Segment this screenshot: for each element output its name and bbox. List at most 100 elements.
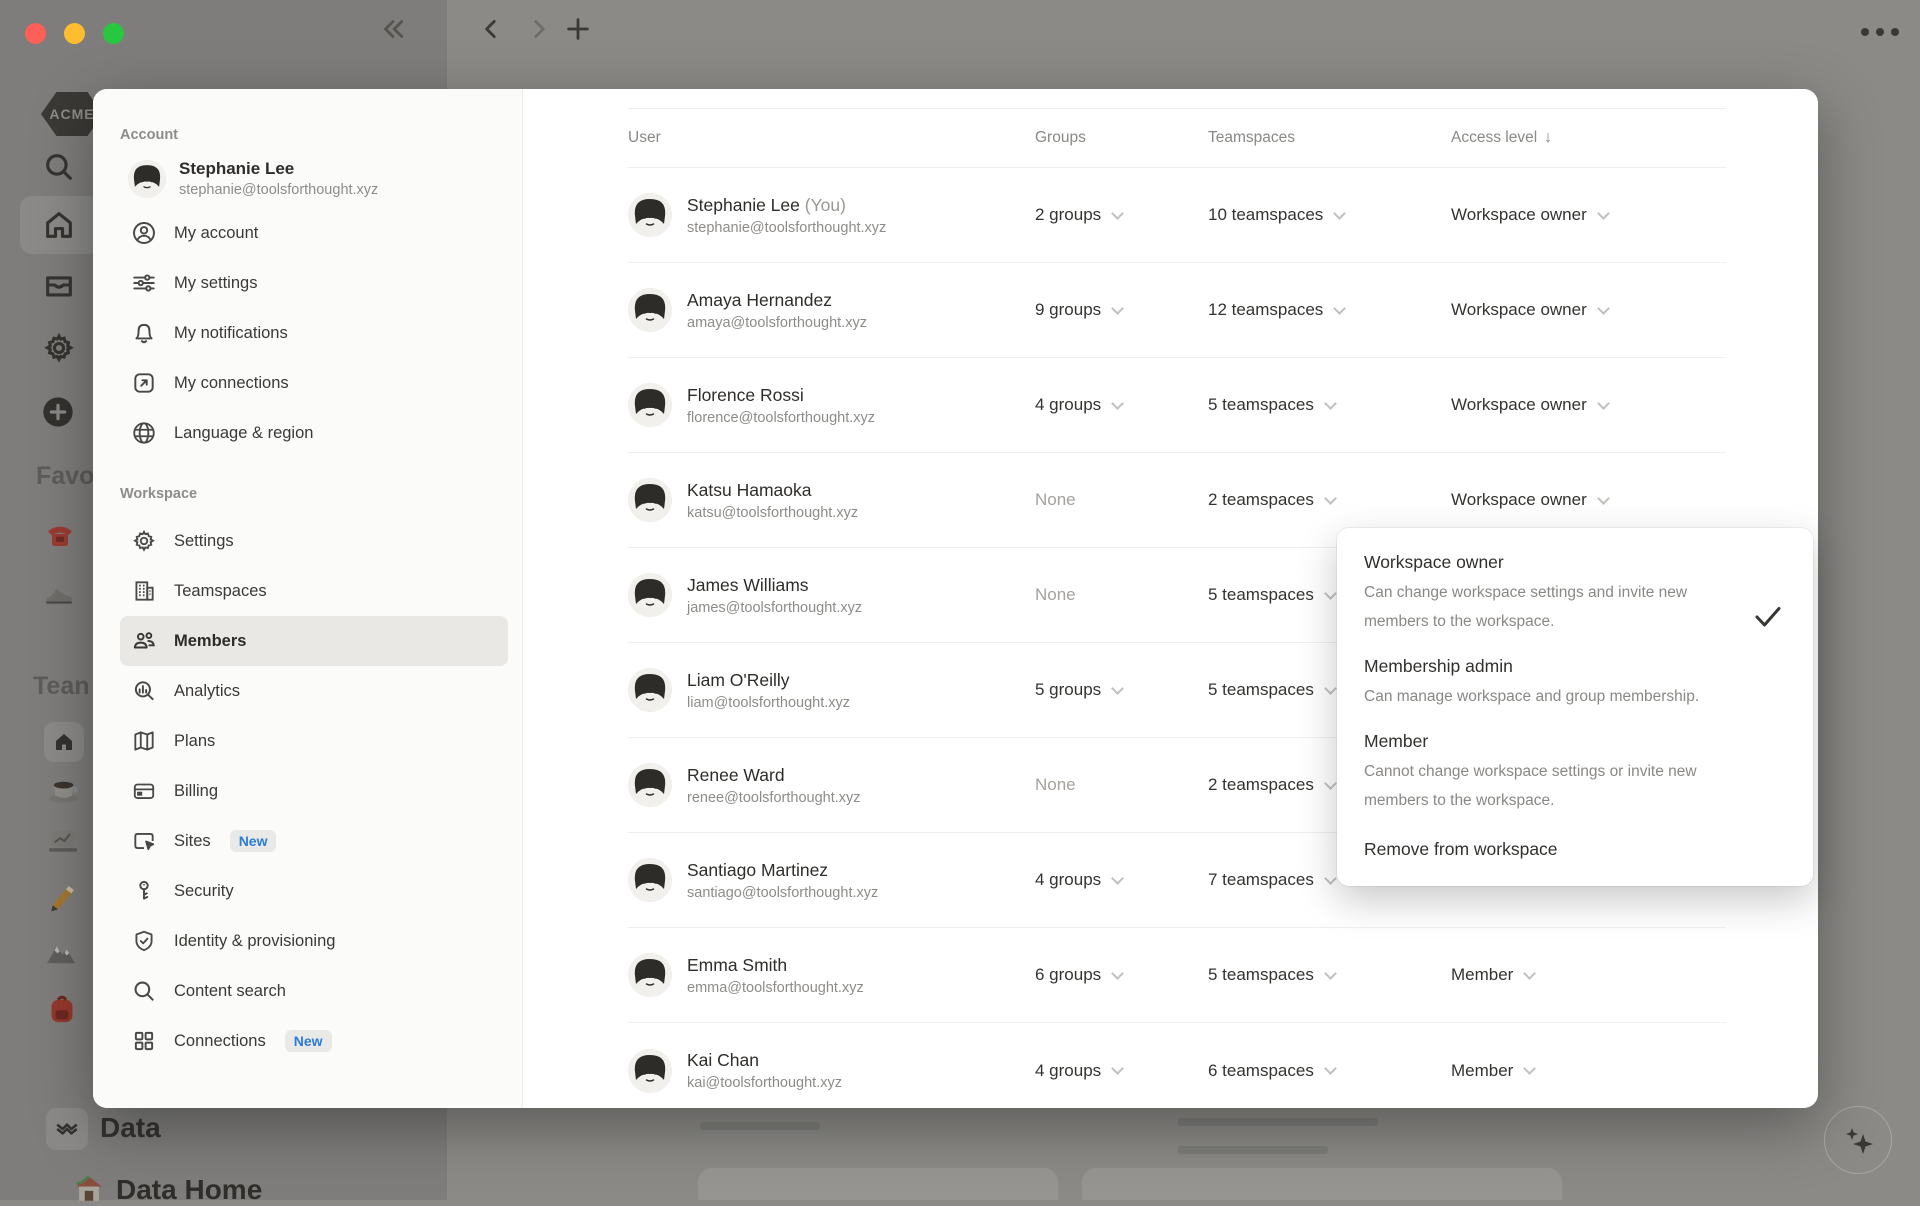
nav-item-identity-provisioning[interactable]: Identity & provisioning (120, 916, 508, 966)
groups-dropdown[interactable]: 4 groups (1035, 395, 1208, 415)
search-icon[interactable] (42, 150, 76, 184)
access-level-dropdown[interactable]: Member (1451, 965, 1726, 985)
new-tab-icon[interactable] (564, 15, 592, 43)
zoom-window-button[interactable] (103, 23, 124, 44)
menu-option-member[interactable]: Member Cannot change workspace settings … (1364, 731, 1785, 815)
groups-dropdown[interactable]: 4 groups (1035, 1061, 1208, 1081)
sort-descending-icon: ↓ (1544, 129, 1553, 146)
groups-dropdown[interactable]: 6 groups (1035, 965, 1208, 985)
teamspaces-dropdown[interactable]: 6 teamspaces (1208, 1061, 1451, 1081)
teamspaces-value: 5 teamspaces (1208, 965, 1314, 984)
teamspace-home-icon[interactable] (44, 722, 84, 762)
sneaker-emoji-icon[interactable] (42, 578, 76, 608)
nav-item-security[interactable]: Security (120, 866, 508, 916)
search-icon (131, 978, 157, 1004)
groups-dropdown: None (1035, 775, 1208, 795)
column-user[interactable]: User (628, 129, 1035, 147)
nav-item-content-search[interactable]: Content search (120, 966, 508, 1016)
nav-item-plans[interactable]: Plans (120, 716, 508, 766)
teamspaces-dropdown[interactable]: 5 teamspaces (1208, 395, 1451, 415)
chevron-down-icon (1111, 206, 1125, 220)
teamspaces-section-label: Tean (33, 672, 90, 700)
bg-artifact (1178, 1146, 1328, 1154)
sidebar-item-data[interactable]: Data (100, 1112, 161, 1144)
chevron-down-icon (1323, 681, 1337, 695)
access-level-dropdown[interactable]: Workspace owner (1451, 205, 1726, 225)
teamspaces-dropdown[interactable]: 5 teamspaces (1208, 965, 1451, 985)
nav-item-billing[interactable]: Billing (120, 766, 508, 816)
groups-dropdown[interactable]: 2 groups (1035, 205, 1208, 225)
teamspaces-value: 7 teamspaces (1208, 870, 1314, 889)
teamspaces-dropdown[interactable]: 2 teamspaces (1208, 490, 1451, 510)
table-row: Stephanie Lee (You) stephanie@toolsfortho… (628, 168, 1726, 263)
access-level-dropdown[interactable]: Workspace owner (1451, 490, 1726, 510)
chevron-down-icon (1323, 396, 1337, 410)
nav-item-my-account[interactable]: My account (120, 208, 508, 258)
nav-item-label: My account (174, 223, 259, 242)
option-description: Cannot change workspace settings or invi… (1364, 763, 1697, 809)
menu-option-workspace-owner[interactable]: Workspace owner Can change workspace set… (1364, 552, 1785, 636)
bg-artifact (700, 1122, 820, 1130)
nav-item-analytics[interactable]: Analytics (120, 666, 508, 716)
add-page-icon[interactable] (42, 396, 74, 428)
nav-item-language-region[interactable]: Language & region (120, 408, 508, 458)
nav-item-label: Members (174, 631, 247, 650)
access-level-dropdown[interactable]: Member (1451, 1061, 1726, 1081)
nav-item-my-settings[interactable]: My settings (120, 258, 508, 308)
back-icon[interactable] (478, 16, 504, 42)
ai-sparkle-button[interactable] (1824, 1106, 1892, 1174)
groups-dropdown[interactable]: 9 groups (1035, 300, 1208, 320)
nav-item-my-notifications[interactable]: My notifications (120, 308, 508, 358)
member-name: Renee Ward (687, 764, 785, 785)
browser-cursor-icon (131, 828, 157, 854)
access-level-dropdown[interactable]: Workspace owner (1451, 300, 1726, 320)
teamspaces-value: 2 teamspaces (1208, 775, 1314, 794)
member-name: Florence Rossi (687, 384, 804, 405)
column-access-level[interactable]: Access level ↓ (1451, 129, 1726, 147)
mountain-emoji-icon[interactable] (44, 938, 78, 966)
nav-item-connections[interactable]: Connections New (120, 1016, 508, 1066)
coffee-emoji-icon[interactable] (48, 776, 82, 804)
groups-dropdown[interactable]: 4 groups (1035, 870, 1208, 890)
members-people-icon (131, 628, 157, 654)
backpack-emoji-icon[interactable] (46, 992, 78, 1026)
settings-gear-icon[interactable] (42, 331, 76, 365)
column-groups[interactable]: Groups (1035, 129, 1208, 147)
teamspaces-dropdown[interactable]: 10 teamspaces (1208, 205, 1451, 225)
inbox-icon[interactable] (42, 268, 76, 302)
teamspaces-dropdown[interactable]: 12 teamspaces (1208, 300, 1451, 320)
access-level-dropdown[interactable]: Workspace owner (1451, 395, 1726, 415)
table-header: User Groups Teamspaces Access level ↓ (628, 108, 1726, 168)
avatar (628, 1048, 672, 1093)
collapse-sidebar-icon[interactable] (378, 14, 408, 44)
member-name: Santiago Martinez (687, 859, 829, 880)
data-page-icon[interactable] (46, 1108, 88, 1150)
teamspaces-value: 5 teamspaces (1208, 395, 1314, 414)
profile-row[interactable]: Stephanie Lee stephanie@toolsforthought.… (120, 157, 508, 208)
chart-emoji-icon[interactable] (46, 826, 80, 856)
house-emoji-icon[interactable] (72, 1172, 106, 1204)
close-window-button[interactable] (25, 23, 46, 44)
more-options-icon[interactable] (1858, 24, 1902, 40)
nav-item-sites[interactable]: Sites New (120, 816, 508, 866)
groups-value: 2 groups (1035, 205, 1102, 224)
phone-emoji-icon[interactable] (44, 518, 76, 550)
nav-item-members[interactable]: Members (120, 616, 508, 666)
forward-icon[interactable] (526, 16, 552, 42)
nav-item-teamspaces[interactable]: Teamspaces (120, 566, 508, 616)
nav-item-my-connections[interactable]: My connections (120, 358, 508, 408)
table-row: Kai Chan kai@toolsforthought.xyz 4 groups 6… (628, 1023, 1726, 1108)
grid-icon (131, 1028, 157, 1054)
member-email: renee@toolsforthought.xyz (687, 789, 861, 806)
avatar (628, 573, 672, 617)
column-teamspaces[interactable]: Teamspaces (1208, 129, 1451, 147)
minimize-window-button[interactable] (64, 23, 85, 44)
home-icon[interactable] (42, 208, 76, 242)
menu-option-membership-admin[interactable]: Membership admin Can manage workspace an… (1364, 656, 1785, 711)
remove-from-workspace-button[interactable]: Remove from workspace (1364, 839, 1785, 860)
member-email: amaya@toolsforthought.xyz (687, 314, 867, 331)
groups-dropdown[interactable]: 5 groups (1035, 680, 1208, 700)
nav-item-settings[interactable]: Settings (120, 516, 508, 566)
pencil-emoji-icon[interactable] (46, 880, 78, 912)
sidebar-item-data-home[interactable]: Data Home (116, 1174, 262, 1206)
